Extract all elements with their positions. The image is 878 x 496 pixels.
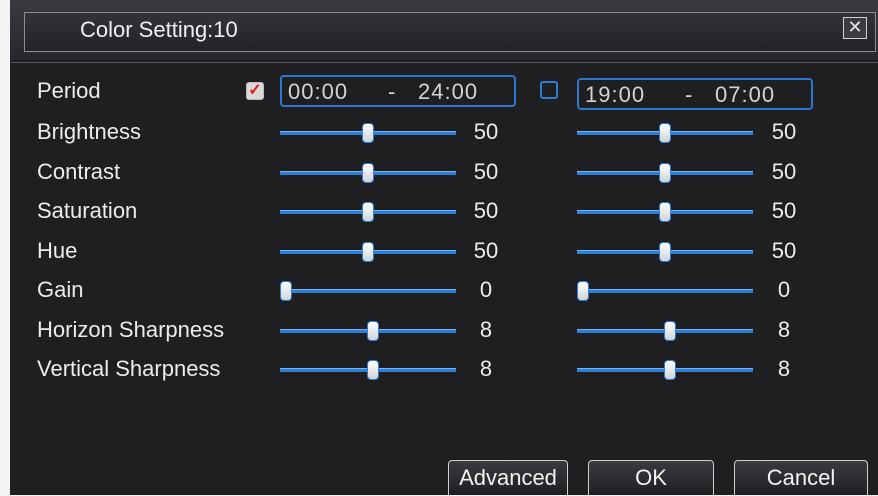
period2-start-time: 19:00 (585, 82, 646, 107)
slider-thumb[interactable] (362, 162, 374, 183)
period1-end-time: 24:00 (418, 79, 479, 104)
vertical-sharpness-slider-period1[interactable] (280, 360, 456, 380)
period1-start-time: 00:00 (288, 79, 349, 104)
slider-thumb[interactable] (362, 241, 374, 262)
contrast-slider-period1[interactable] (280, 162, 456, 183)
slider-thumb[interactable] (664, 320, 676, 341)
slider-track (280, 289, 456, 293)
saturation-value-period1: 50 (473, 198, 499, 223)
hue-value-period2: 50 (771, 237, 797, 263)
period2-end-time: 07:00 (715, 82, 776, 107)
slider-thumb[interactable] (577, 281, 589, 301)
cancel-button[interactable]: Cancel (734, 460, 868, 495)
gain-slider-period1[interactable] (280, 281, 456, 301)
contrast-value-period1: 50 (473, 158, 499, 184)
contrast-slider-period2[interactable] (577, 162, 753, 183)
saturation-value-period2: 50 (771, 198, 797, 223)
gain-value-period2: 0 (777, 277, 791, 302)
slider-thumb[interactable] (367, 320, 379, 341)
brightness-value-period2: 50 (771, 119, 797, 144)
hue-slider-period1[interactable] (280, 241, 456, 262)
ok-button[interactable]: OK (588, 460, 714, 495)
slider-thumb[interactable] (664, 360, 676, 380)
slider-track (577, 289, 753, 293)
saturation-slider-period2[interactable] (577, 202, 753, 222)
color-setting-dialog: Color Setting:10 ✕ Period ✓ 00:00 - 24:0… (10, 0, 878, 495)
brightness-value-period1: 50 (473, 119, 499, 144)
horizon-sharpness-slider-period2[interactable] (577, 320, 753, 341)
slider-thumb[interactable] (659, 202, 671, 222)
period1-time-field[interactable]: 00:00 - 24:00 (280, 75, 516, 107)
slider-thumb[interactable] (659, 123, 671, 143)
vertical-sharpness-label: Vertical Sharpness (37, 356, 221, 381)
hue-label: Hue (37, 237, 78, 263)
vertical-sharpness-value-period2: 8 (777, 356, 791, 381)
close-icon[interactable]: ✕ (843, 17, 867, 39)
saturation-label: Saturation (37, 198, 138, 223)
gain-slider-period2[interactable] (577, 281, 753, 301)
period2-separator: - (685, 82, 694, 107)
hue-slider-period2[interactable] (577, 241, 753, 262)
horizon-sharpness-value-period2: 8 (777, 316, 791, 342)
gain-label: Gain (37, 277, 84, 302)
saturation-slider-period1[interactable] (280, 202, 456, 222)
slider-thumb[interactable] (362, 202, 374, 222)
slider-thumb[interactable] (659, 162, 671, 183)
settings-panel: Period ✓ 00:00 - 24:00 19:00 - 07:00 Bri… (10, 62, 878, 496)
period-label: Period (37, 78, 101, 103)
brightness-label: Brightness (37, 119, 141, 144)
slider-thumb[interactable] (280, 281, 292, 301)
period1-checkbox[interactable]: ✓ (246, 82, 264, 100)
contrast-value-period2: 50 (771, 158, 797, 184)
period1-separator: - (388, 79, 397, 104)
slider-thumb[interactable] (367, 360, 379, 380)
vertical-sharpness-slider-period2[interactable] (577, 360, 753, 380)
advanced-button[interactable]: Advanced (448, 460, 568, 495)
period2-time-field[interactable]: 19:00 - 07:00 (577, 78, 813, 110)
title-bar: Color Setting:10 ✕ (10, 0, 878, 60)
dialog-title: Color Setting:10 (80, 17, 238, 42)
horizon-sharpness-value-period1: 8 (479, 316, 493, 342)
brightness-slider-period2[interactable] (577, 123, 753, 143)
hue-value-period1: 50 (473, 237, 499, 263)
gain-value-period1: 0 (479, 277, 493, 302)
period2-checkbox[interactable] (540, 81, 558, 99)
slider-thumb[interactable] (659, 241, 671, 262)
contrast-label: Contrast (37, 158, 121, 184)
horizon-sharpness-slider-period1[interactable] (280, 320, 456, 341)
brightness-slider-period1[interactable] (280, 123, 456, 143)
vertical-sharpness-value-period1: 8 (479, 356, 493, 381)
horizon-sharpness-label: Horizon Sharpness (37, 316, 225, 342)
slider-thumb[interactable] (362, 123, 374, 143)
